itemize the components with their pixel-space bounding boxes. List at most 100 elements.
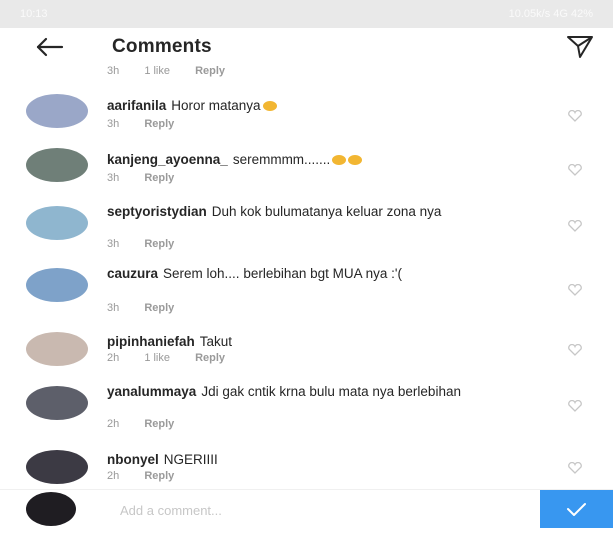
avatar[interactable] bbox=[26, 450, 88, 484]
avatar[interactable] bbox=[26, 332, 88, 366]
avatar-fill bbox=[26, 450, 88, 484]
comment-likes[interactable]: 1 like bbox=[144, 352, 170, 364]
comment-list[interactable]: 3h 1 like Reply aarifanila Horor matanya … bbox=[0, 66, 613, 489]
top-bar: Comments bbox=[0, 28, 613, 66]
back-button[interactable] bbox=[34, 34, 66, 60]
send-icon bbox=[567, 36, 593, 58]
status-indicators: 10.05k/s 4G 42% bbox=[508, 8, 593, 20]
comment-time: 2h bbox=[107, 418, 120, 430]
emoji-icon bbox=[262, 101, 277, 112]
direct-send-button[interactable] bbox=[565, 33, 595, 61]
reply-button[interactable]: Reply bbox=[144, 238, 174, 250]
comment-body: Serem loh.... berlebihan bgt MUA nya :'( bbox=[163, 266, 402, 281]
avatar-image bbox=[26, 450, 88, 484]
avatar-fill bbox=[26, 386, 88, 420]
avatar-image bbox=[26, 94, 88, 128]
avatar[interactable] bbox=[26, 148, 88, 182]
avatar-image bbox=[26, 148, 88, 182]
comment-row: kanjeng_ayoenna_ seremmmm....... 3h Reply bbox=[0, 144, 613, 192]
heart-icon[interactable] bbox=[567, 344, 583, 356]
arrow-left-icon bbox=[36, 37, 64, 57]
comment-row: nbonyel NGERIIII 2h Reply bbox=[0, 446, 613, 489]
comment-body: NGERIIII bbox=[163, 452, 218, 467]
status-time: 10:13 bbox=[20, 8, 48, 20]
comment-meta: 2h Reply bbox=[107, 418, 196, 430]
comment-time: 3h bbox=[107, 238, 120, 250]
reply-button[interactable]: Reply bbox=[195, 352, 225, 364]
comment-body: Duh kok bulumatanya keluar zona nya bbox=[211, 204, 442, 219]
reply-button[interactable]: Reply bbox=[144, 418, 174, 430]
heart-icon[interactable] bbox=[567, 110, 583, 122]
avatar[interactable] bbox=[26, 206, 88, 240]
heart-icon[interactable] bbox=[567, 462, 583, 474]
emoji-icon bbox=[348, 155, 363, 166]
comment-input[interactable] bbox=[118, 498, 522, 522]
comment-time: 3h bbox=[107, 66, 120, 77]
heart-icon[interactable] bbox=[567, 220, 583, 232]
comment-username[interactable]: septyoristydian bbox=[107, 204, 207, 219]
reply-button[interactable]: Reply bbox=[144, 470, 174, 482]
comment-body: Takut bbox=[199, 334, 233, 349]
my-avatar bbox=[26, 492, 76, 526]
comment-meta: 3h Reply bbox=[107, 172, 196, 184]
comment-row: yanalummaya Jdi gak cntik krna bulu mata … bbox=[0, 380, 613, 440]
comment-row: septyoristydian Duh kok bulumatanya kelua… bbox=[0, 200, 613, 256]
comment-time: 2h bbox=[107, 470, 120, 482]
heart-icon[interactable] bbox=[567, 400, 583, 412]
comment-text: pipinhaniefah Takut bbox=[107, 334, 547, 349]
comment-text: kanjeng_ayoenna_ seremmmm....... bbox=[107, 152, 547, 167]
avatar[interactable] bbox=[26, 268, 88, 302]
comment-row: aarifanila Horor matanya 3h Reply bbox=[0, 90, 613, 138]
comment-meta: 2h 1 like Reply bbox=[107, 352, 247, 364]
comment-username[interactable]: aarifanila bbox=[107, 98, 166, 113]
reply-button[interactable]: Reply bbox=[144, 172, 174, 184]
reply-button[interactable]: Reply bbox=[144, 302, 174, 314]
comment-text: cauzura Serem loh.... berlebihan bgt MUA … bbox=[107, 266, 547, 281]
comment-body: Jdi gak cntik krna bulu mata nya berlebi… bbox=[201, 384, 461, 399]
comment-composer bbox=[0, 489, 613, 528]
avatar-image bbox=[26, 332, 88, 366]
comment-partial: 3h 1 like Reply bbox=[0, 66, 613, 80]
avatar-image bbox=[26, 492, 76, 526]
comment-meta: 2h Reply bbox=[107, 470, 196, 482]
comment-row: pipinhaniefah Takut 2h 1 like Reply bbox=[0, 328, 613, 376]
comment-username[interactable]: yanalummaya bbox=[107, 384, 196, 399]
avatar-image bbox=[26, 386, 88, 420]
comment-username[interactable]: nbonyel bbox=[107, 452, 159, 467]
comment-text: nbonyel NGERIIII bbox=[107, 452, 547, 467]
page-title: Comments bbox=[112, 36, 212, 57]
comment-username[interactable]: cauzura bbox=[107, 266, 158, 281]
avatar-fill bbox=[26, 332, 88, 366]
comment-meta: 3h Reply bbox=[107, 118, 196, 130]
heart-icon[interactable] bbox=[567, 164, 583, 176]
comment-time: 3h bbox=[107, 118, 120, 130]
avatar-image bbox=[26, 206, 88, 240]
comment-time: 2h bbox=[107, 352, 120, 364]
comment-meta: 3h 1 like Reply bbox=[107, 66, 247, 77]
avatar[interactable] bbox=[26, 386, 88, 420]
avatar-fill bbox=[26, 94, 88, 128]
comment-text: yanalummaya Jdi gak cntik krna bulu mata … bbox=[107, 384, 507, 399]
emoji-icon bbox=[332, 155, 347, 166]
avatar-fill bbox=[26, 268, 88, 302]
avatar[interactable] bbox=[26, 94, 88, 128]
comment-username[interactable]: pipinhaniefah bbox=[107, 334, 195, 349]
reply-button[interactable]: Reply bbox=[144, 118, 174, 130]
avatar-fill bbox=[26, 206, 88, 240]
avatar-image bbox=[26, 268, 88, 302]
avatar-fill bbox=[26, 148, 88, 182]
comment-likes[interactable]: 1 like bbox=[144, 66, 170, 77]
checkmark-icon bbox=[567, 503, 586, 516]
comment-body: seremmmm....... bbox=[232, 152, 331, 167]
comment-time: 3h bbox=[107, 302, 120, 314]
heart-icon[interactable] bbox=[567, 284, 583, 296]
comment-username[interactable]: kanjeng_ayoenna_ bbox=[107, 152, 228, 167]
status-bar: 10:13 10.05k/s 4G 42% bbox=[0, 0, 613, 28]
post-comment-button[interactable] bbox=[540, 490, 613, 528]
comment-meta: 3h Reply bbox=[107, 302, 196, 314]
comment-text: septyoristydian Duh kok bulumatanya kelua… bbox=[107, 204, 547, 219]
reply-button[interactable]: Reply bbox=[195, 66, 225, 77]
comment-time: 3h bbox=[107, 172, 120, 184]
comment-row: cauzura Serem loh.... berlebihan bgt MUA … bbox=[0, 262, 613, 322]
comment-text: aarifanila Horor matanya bbox=[107, 98, 547, 113]
